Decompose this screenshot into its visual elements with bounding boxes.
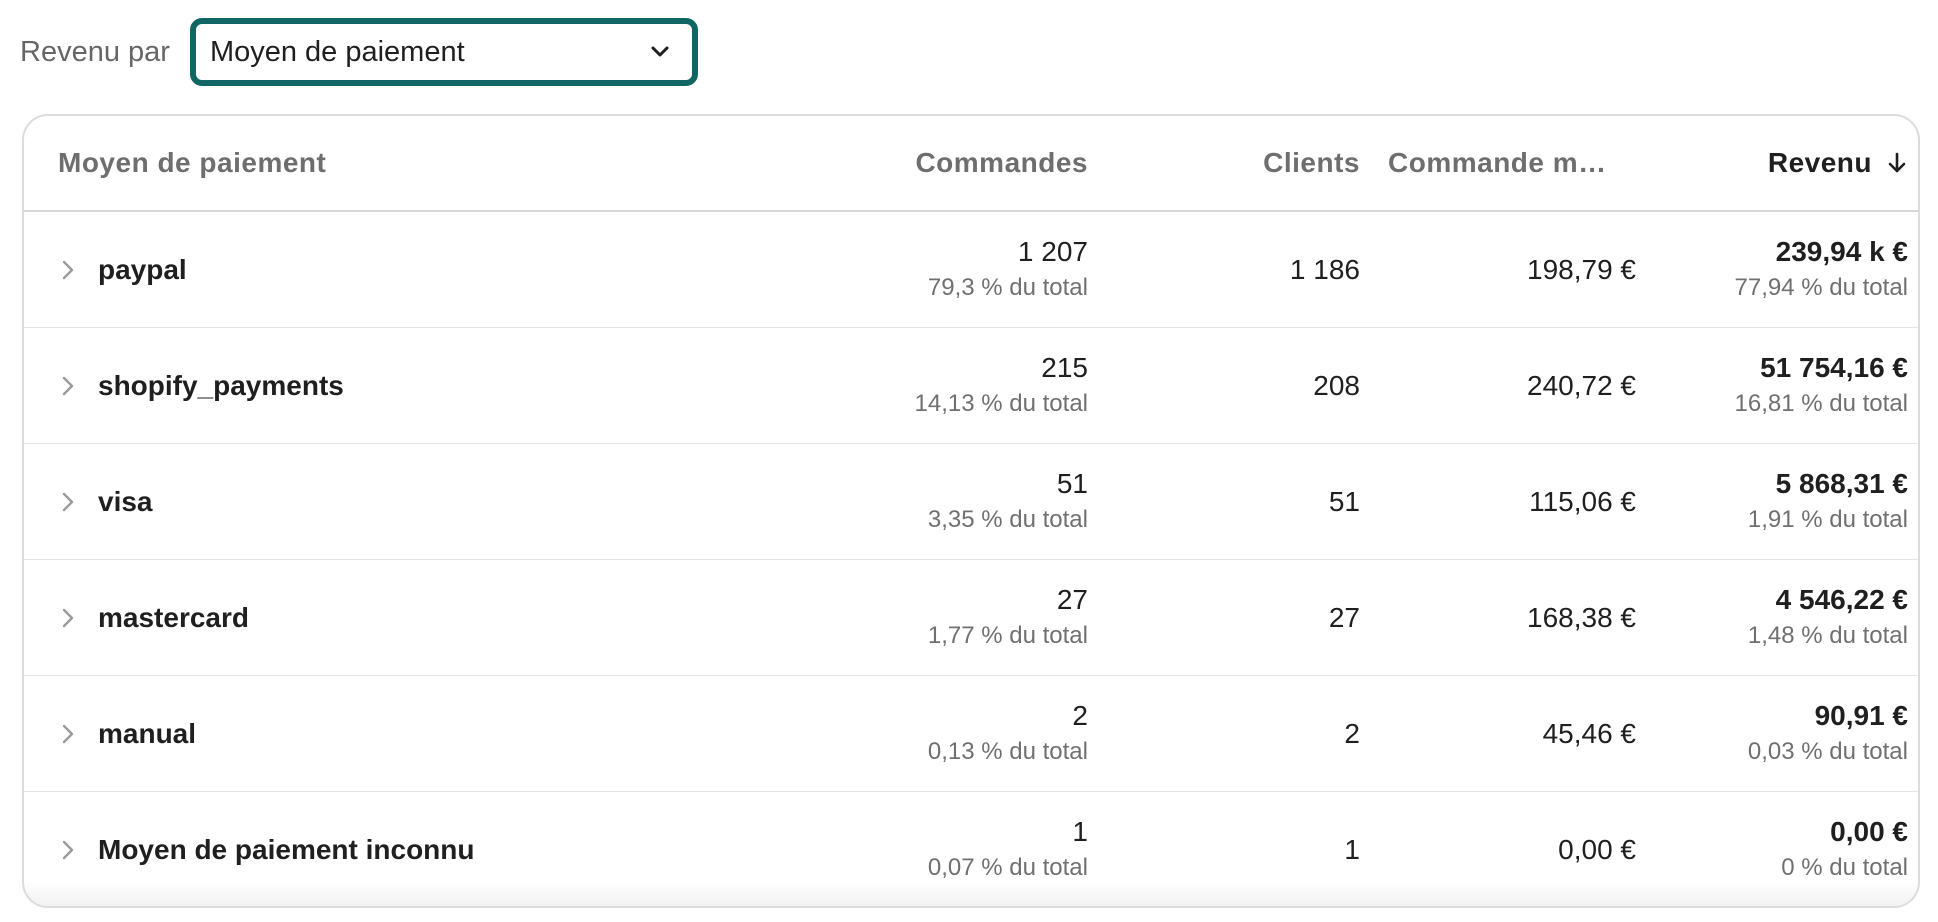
column-header-average-order[interactable]: Commande m… <box>1360 147 1636 179</box>
clients-value: 1 186 <box>1289 253 1360 285</box>
chevron-right-icon[interactable] <box>58 258 78 282</box>
revenue-cell: 4 546,22 € 1,48 % du total <box>1636 582 1908 654</box>
row-name: visa <box>98 485 153 517</box>
revenue-share: 1,48 % du total <box>1747 621 1908 649</box>
table-row[interactable]: shopify_payments 215 14,13 % du total 20… <box>24 328 1918 444</box>
revenue-share: 77,94 % du total <box>1734 273 1908 301</box>
average-order-value: 45,46 € <box>1542 717 1636 749</box>
column-header-clients[interactable]: Clients <box>1088 147 1360 179</box>
orders-share: 79,3 % du total <box>927 273 1088 301</box>
row-name-cell: visa <box>24 486 784 518</box>
row-name-cell: shopify_payments <box>24 370 784 402</box>
column-header-orders[interactable]: Commandes <box>784 147 1088 179</box>
revenue-cell: 0,00 € 0 % du total <box>1636 814 1908 886</box>
orders-value: 2 <box>1072 699 1088 731</box>
row-name: Moyen de paiement inconnu <box>98 833 475 865</box>
orders-share: 0,07 % du total <box>927 853 1088 881</box>
revenue-cell: 5 868,31 € 1,91 % du total <box>1636 466 1908 538</box>
revenue-value: 4 546,22 € <box>1775 583 1908 615</box>
revenue-share: 1,91 % du total <box>1747 505 1908 533</box>
orders-value: 27 <box>1056 583 1088 615</box>
revenue-share: 0,03 % du total <box>1747 737 1908 765</box>
orders-value: 215 <box>1041 351 1088 383</box>
row-name: paypal <box>98 253 187 285</box>
chevron-right-icon[interactable] <box>58 374 78 398</box>
revenue-by-select-value: Moyen de paiement <box>209 35 465 68</box>
table-row[interactable]: manual 2 0,13 % du total 2 45,46 € 90,91… <box>24 676 1918 792</box>
revenue-value: 51 754,16 € <box>1760 351 1908 383</box>
table-row[interactable]: mastercard 27 1,77 % du total 27 168,38 … <box>24 560 1918 676</box>
orders-cell: 51 3,35 % du total <box>784 466 1088 538</box>
revenue-value: 5 868,31 € <box>1775 467 1908 499</box>
row-name-cell: Moyen de paiement inconnu <box>24 834 784 866</box>
clients-value: 2 <box>1344 717 1360 749</box>
average-order-value: 168,38 € <box>1527 601 1636 633</box>
orders-share: 14,13 % du total <box>914 389 1088 417</box>
revenue-value: 90,91 € <box>1814 699 1908 731</box>
row-name-cell: manual <box>24 718 784 750</box>
column-header-payment-method[interactable]: Moyen de paiement <box>24 147 784 179</box>
clients-value: 51 <box>1328 485 1360 517</box>
revenue-share: 16,81 % du total <box>1734 389 1908 417</box>
chevron-right-icon[interactable] <box>58 490 78 514</box>
revenue-value: 0,00 € <box>1830 815 1908 847</box>
orders-cell: 2 0,13 % du total <box>784 698 1088 770</box>
revenue-by-label: Revenu par <box>20 35 170 68</box>
row-name: manual <box>98 717 197 749</box>
orders-value: 51 <box>1056 467 1088 499</box>
row-name: shopify_payments <box>98 369 344 401</box>
revenue-share: 0 % du total <box>1781 853 1908 881</box>
revenue-value: 239,94 k € <box>1775 235 1908 267</box>
table-row[interactable]: Moyen de paiement inconnu 1 0,07 % du to… <box>24 792 1918 906</box>
orders-cell: 1 0,07 % du total <box>784 814 1088 886</box>
revenue-cell: 239,94 k € 77,94 % du total <box>1636 234 1908 306</box>
average-order-value: 198,79 € <box>1527 253 1636 285</box>
orders-cell: 215 14,13 % du total <box>784 350 1088 422</box>
table-header: Moyen de paiement Commandes Clients Comm… <box>24 116 1918 212</box>
column-header-revenue-label: Revenu <box>1767 147 1872 178</box>
chevron-down-icon <box>648 40 672 64</box>
orders-cell: 1 207 79,3 % du total <box>784 234 1088 306</box>
chevron-right-icon[interactable] <box>58 838 78 862</box>
clients-value: 27 <box>1328 601 1360 633</box>
orders-share: 3,35 % du total <box>927 505 1088 533</box>
chevron-right-icon[interactable] <box>58 606 78 630</box>
table-row[interactable]: paypal 1 207 79,3 % du total 1 186 198,7… <box>24 212 1918 328</box>
average-order-value: 0,00 € <box>1558 833 1636 865</box>
clients-value: 1 <box>1344 833 1360 865</box>
average-order-value: 240,72 € <box>1527 369 1636 401</box>
column-header-revenue[interactable]: Revenu <box>1636 147 1908 179</box>
chevron-right-icon[interactable] <box>58 722 78 746</box>
revenue-by-select[interactable]: Moyen de paiement <box>189 18 698 86</box>
row-name: mastercard <box>98 601 249 633</box>
row-name-cell: mastercard <box>24 602 784 634</box>
revenue-cell: 90,91 € 0,03 % du total <box>1636 698 1908 770</box>
orders-share: 0,13 % du total <box>927 737 1088 765</box>
table-row[interactable]: visa 51 3,35 % du total 51 115,06 € 5 86… <box>24 444 1918 560</box>
orders-value: 1 207 <box>1017 235 1088 267</box>
revenue-table-card: Moyen de paiement Commandes Clients Comm… <box>22 114 1920 908</box>
average-order-value: 115,06 € <box>1529 485 1636 517</box>
row-name-cell: paypal <box>24 254 784 286</box>
orders-cell: 27 1,77 % du total <box>784 582 1088 654</box>
revenue-cell: 51 754,16 € 16,81 % du total <box>1636 350 1908 422</box>
orders-share: 1,77 % du total <box>927 621 1088 649</box>
clients-value: 208 <box>1313 369 1360 401</box>
revenue-by-toolbar: Revenu par Moyen de paiement <box>20 14 698 90</box>
arrow-down-icon <box>1886 151 1908 175</box>
orders-value: 1 <box>1072 815 1088 847</box>
